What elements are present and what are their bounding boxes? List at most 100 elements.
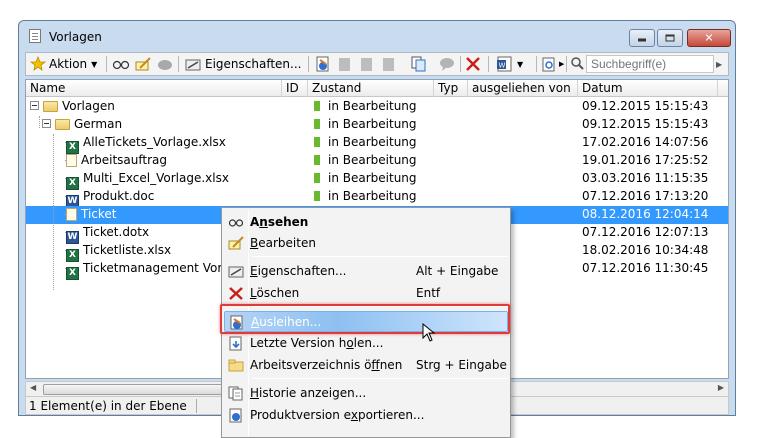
menu-item-shortcut: Strg + Eingabe [416,358,507,372]
folder-icon [43,101,58,112]
status-ok-icon [314,191,320,201]
table-row[interactable]: Vorlagen in Bearbeitung 09.12.2015 15:15:4… [26,98,728,116]
row-name-label: Vorlagen [62,99,115,113]
menu-item-label: Letzte Version holen... [250,336,384,350]
workflow-icon [542,57,555,72]
menu-item-bearbeiten[interactable]: Bearbeiten [224,233,508,254]
menu-item-eigenschaften[interactable]: Eigenschaften... Alt + Eingabe [224,261,508,282]
row-zustand-cell: in Bearbeitung [314,117,417,131]
copy-button[interactable] [410,55,428,73]
status-divider [196,399,197,413]
row-datum-cell: 07.12.2016 11:30:45 [582,261,709,275]
column-header-datum[interactable]: Datum [578,80,718,97]
menu-item-historie-anzeigen[interactable]: Historie anzeigen... [224,383,508,404]
table-row[interactable]: German in Bearbeitung 09.12.2015 15:15:43 [26,116,728,134]
toolbar-separator [308,56,309,72]
toolbar-separator [566,56,567,72]
row-zustand-cell: in Bearbeitung [314,189,417,203]
column-header-ausgeliehen-von[interactable]: ausgeliehen von [468,80,578,97]
view-button[interactable] [112,55,130,73]
column-header-name[interactable]: Name [26,80,282,97]
delete-button[interactable] [464,55,482,73]
menu-item-letzte-version-holen[interactable]: Letzte Version holen... [224,333,508,354]
collapse-toggle-icon[interactable] [30,101,39,110]
menu-item-label: Historie anzeigen... [250,386,367,400]
menu-item-löschen[interactable]: Löschen Entf [224,283,508,304]
menu-item-shortcut: Entf [416,286,441,300]
table-row[interactable]: X Multi_Excel_Vorlage.xlsx in Bearbeitung 0… [26,170,728,190]
svg-text:W: W [499,62,506,70]
status-ok-icon [314,155,320,165]
history-icon [228,386,244,401]
table-row[interactable]: W Produkt.doc in Bearbeitung 07.12.2016 17:… [26,188,728,208]
status-ok-icon [314,173,320,183]
mouse-cursor-icon [422,323,436,342]
table-row[interactable]: X AlleTickets_Vorlage.xlsx in Bearbeitung 1… [26,134,728,154]
menu-item-ansehen[interactable]: Ansehen [224,212,508,233]
menu-item-produktversion-exportieren[interactable]: Produktversion exportieren... [224,405,508,426]
row-datum-cell: 03.03.2016 11:15:35 [582,171,709,185]
search-go-icon[interactable]: ▶ [716,55,722,73]
disabled-tool-button[interactable] [336,55,354,73]
highlight-frame [220,304,510,334]
close-button[interactable]: ✕ [687,29,731,47]
action-menu-button[interactable]: Aktion ▼ [30,55,97,73]
minimize-icon [638,38,646,42]
row-name-cell: Arbeitsauftrag [64,153,282,167]
row-name-cell: German [42,117,282,131]
menu-item-label: Bearbeiten [250,236,316,250]
menu-item-arbeitsverzeichnis-öffnen[interactable]: Arbeitsverzeichnis öffnen Strg + Eingabe [224,355,508,376]
scroll-left-icon[interactable]: ◀ [30,383,36,392]
workflow-button[interactable]: ▶ [540,55,564,73]
row-name-label: Ticketliste.xlsx [83,243,172,257]
disabled-tool-button[interactable] [438,55,456,73]
row-datum-cell: 08.12.2016 12:04:14 [582,207,709,221]
new-document-button[interactable]: W ▼ [496,55,523,73]
menu-item-label: Eigenschaften... [250,264,347,278]
menu-item-label: Ansehen [250,215,309,229]
table-row[interactable]: Arbeitsauftrag in Bearbeitung 19.01.2016 1… [26,152,728,170]
minimize-button[interactable] [629,29,655,47]
search-button[interactable] [570,55,584,73]
disabled-tool-button[interactable] [380,55,398,73]
action-star-icon [30,56,46,71]
edit-icon [135,57,151,71]
action-label: Aktion [49,57,88,71]
delete-icon [466,57,480,71]
title-bar[interactable]: Vorlagen ✕ [19,21,735,51]
toolbar-separator [488,56,489,72]
disabled-tool-button[interactable] [156,55,174,73]
maximize-button[interactable] [657,29,683,47]
search-icon [571,57,584,70]
menu-separator [252,378,508,379]
glasses-icon [112,60,130,70]
column-header-overflow [718,80,728,97]
undo-checkout-icon [361,58,372,71]
row-name-label: AlleTickets_Vorlage.xlsx [83,135,226,149]
folder-icon [228,358,244,373]
properties-button[interactable]: Eigenschaften... [184,55,301,73]
search-input[interactable] [586,55,714,73]
edit-button[interactable] [134,55,152,73]
disabled-tool-button[interactable] [358,55,376,73]
status-ok-icon [314,137,320,147]
row-zustand-cell: in Bearbeitung [314,135,417,149]
properties-icon [185,59,201,71]
row-datum-cell: 09.12.2015 15:15:43 [582,99,709,113]
row-zustand-cell: in Bearbeitung [314,99,417,113]
row-name-label: German [74,117,123,131]
column-header-id[interactable]: ID [282,80,308,97]
row-zustand-label: in Bearbeitung [328,135,417,149]
row-datum-cell: 17.02.2016 14:07:56 [582,135,709,149]
column-header-typ[interactable]: Typ [434,80,468,97]
excel-file-icon: X [66,267,79,280]
scroll-right-icon[interactable]: ▶ [718,383,724,392]
collapse-toggle-icon[interactable] [42,119,51,128]
checkout-button[interactable] [314,55,332,73]
maximize-icon [665,34,675,42]
column-header-zustand[interactable]: Zustand [308,80,434,97]
row-datum-cell: 18.02.2016 10:34:48 [582,243,709,257]
status-text: 1 Element(e) in der Ebene [29,399,187,413]
toolbar-separator [178,56,179,72]
row-name-label: Ticketmanagement Vorlag [83,261,241,275]
